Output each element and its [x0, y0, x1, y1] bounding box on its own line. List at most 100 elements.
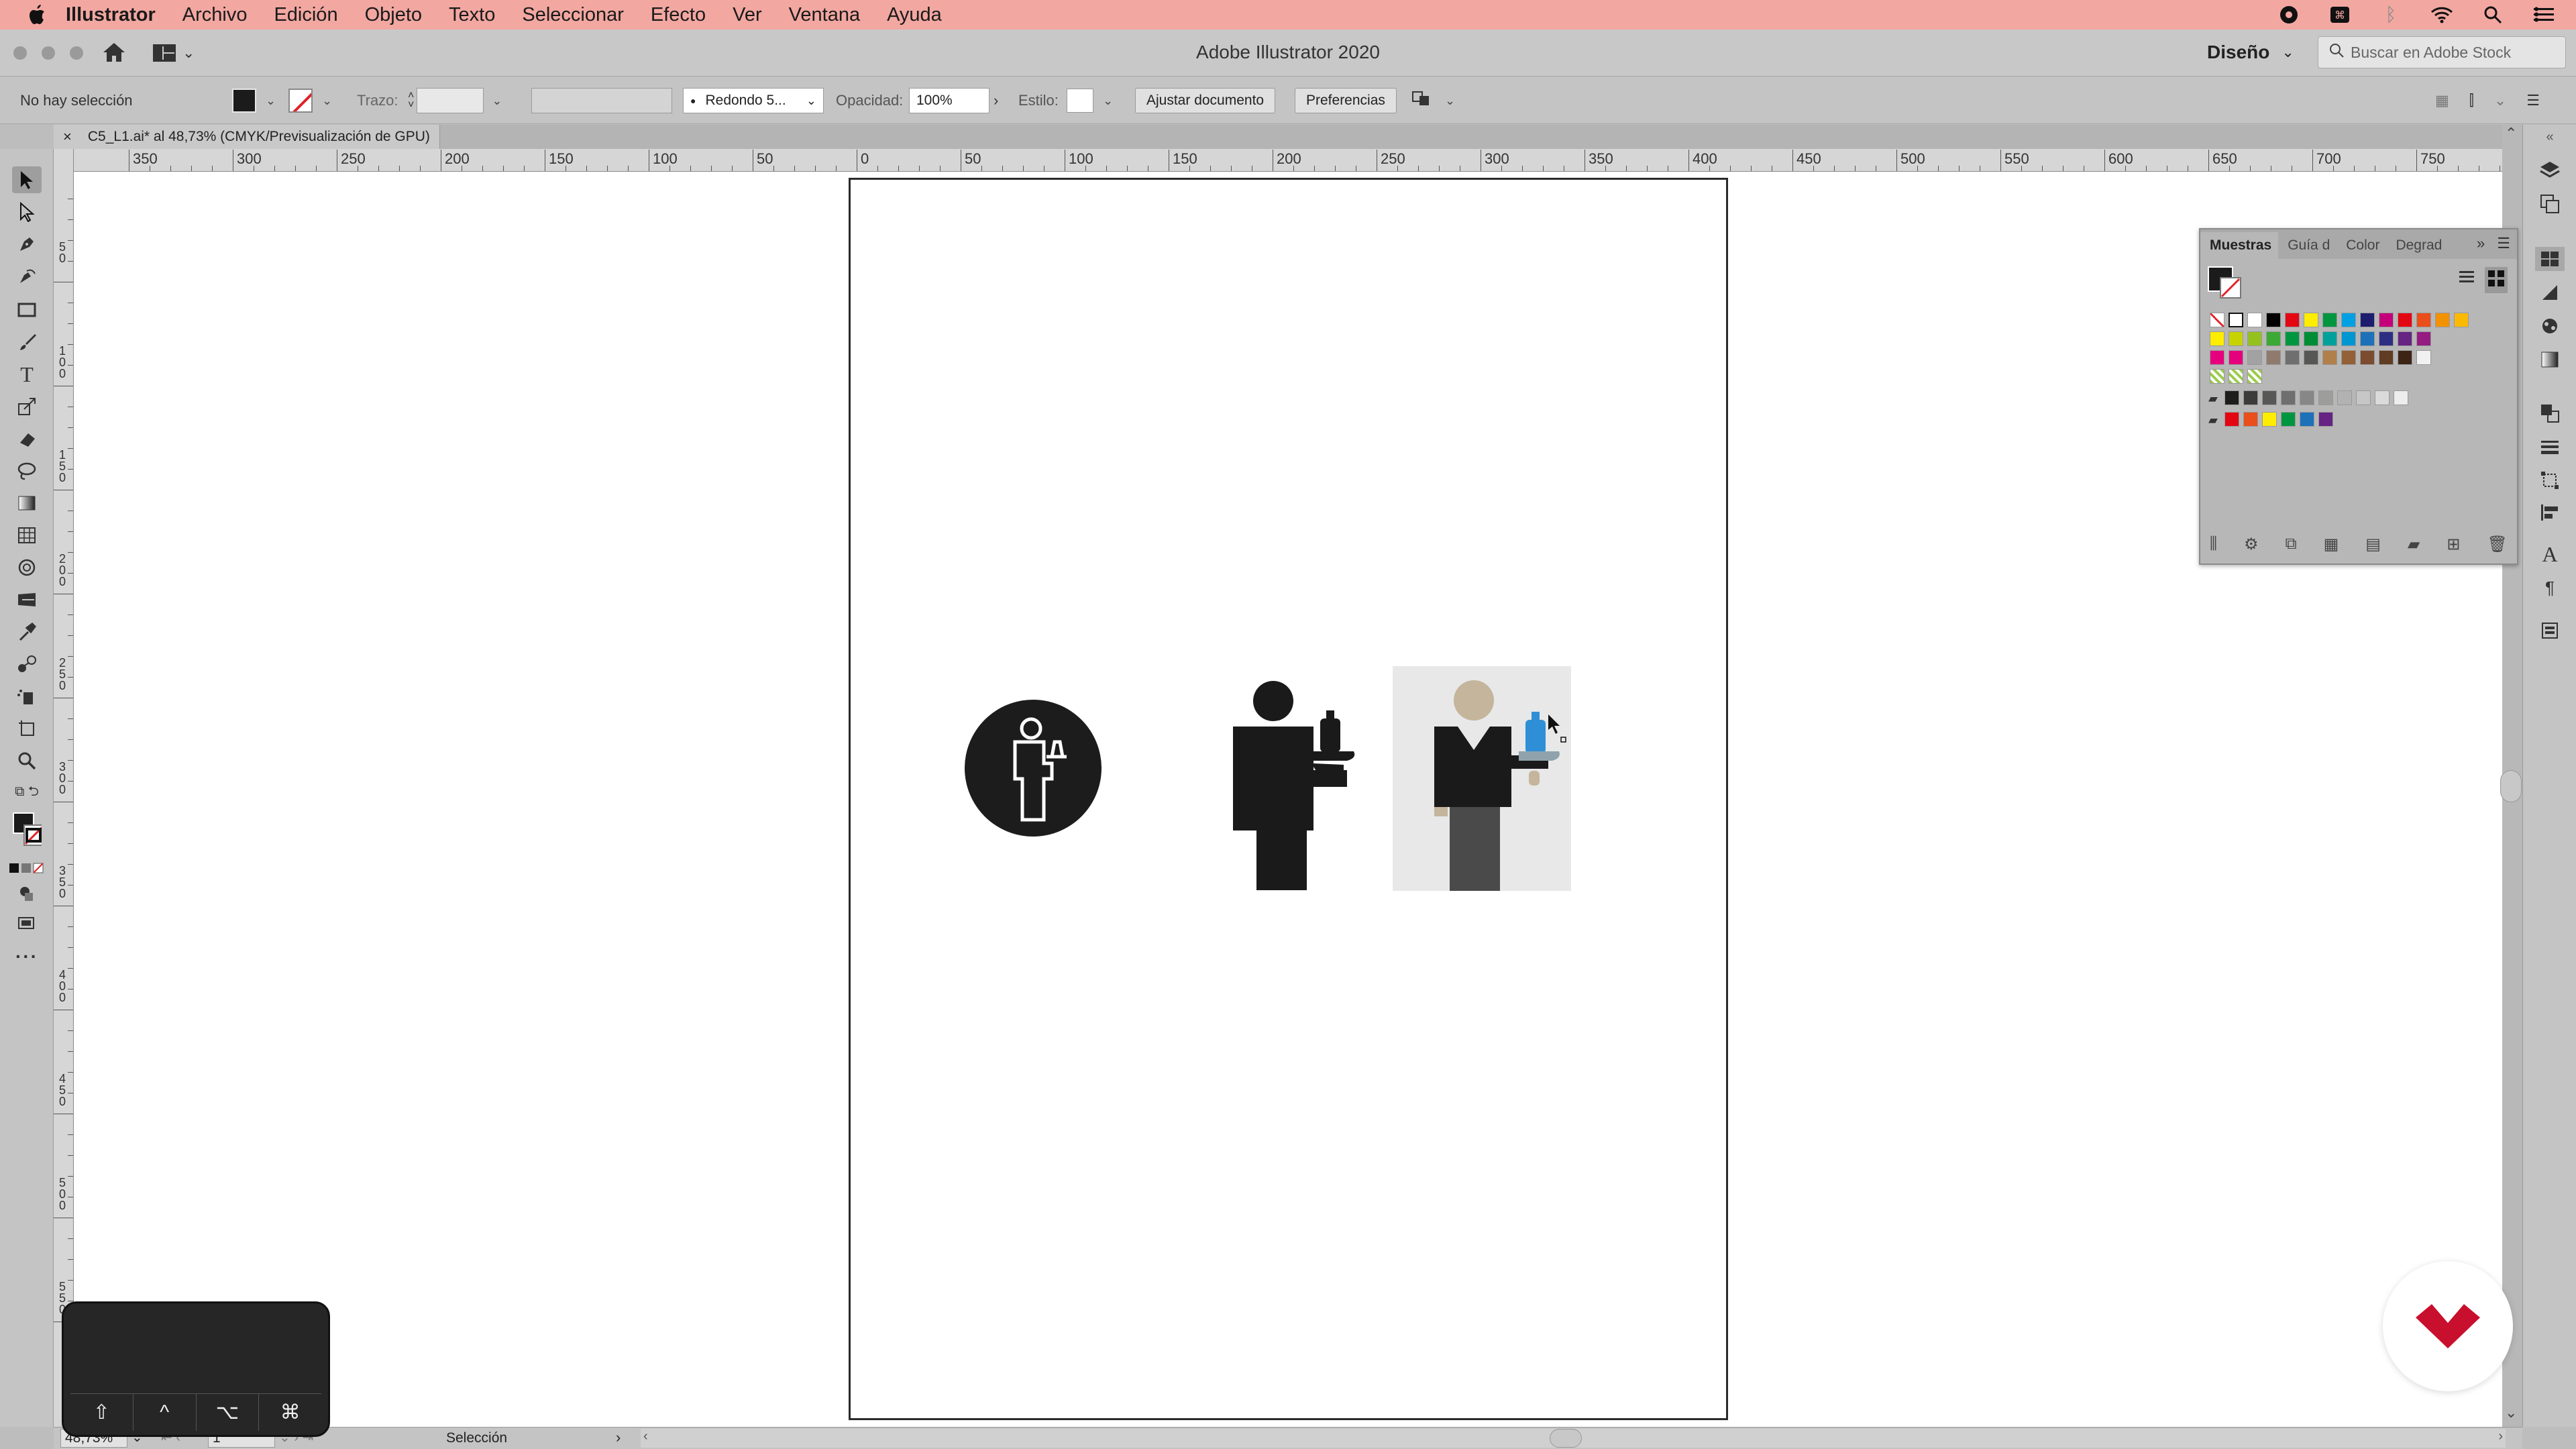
- color-swatch[interactable]: [2229, 331, 2243, 346]
- menu-ventana[interactable]: Ventana: [789, 4, 860, 26]
- color-swatch[interactable]: [2285, 313, 2300, 327]
- color-swatch[interactable]: [2435, 313, 2450, 327]
- tab-swatches[interactable]: Muestras: [2200, 232, 2279, 259]
- color-swatch[interactable]: [2360, 313, 2375, 327]
- color-swatch[interactable]: [2229, 350, 2243, 365]
- color-swatch[interactable]: [2281, 390, 2296, 405]
- stroke-panel-icon[interactable]: [2538, 435, 2562, 459]
- chevron-down-icon[interactable]: ⌄: [2494, 92, 2506, 109]
- color-swatch[interactable]: [2300, 390, 2314, 405]
- screen-mode-icon[interactable]: [12, 910, 42, 936]
- paragraph-panel-icon[interactable]: ¶: [2538, 576, 2562, 600]
- color-swatch[interactable]: [2281, 412, 2296, 427]
- pathfinder-icon[interactable]: [2538, 401, 2562, 425]
- collapse-panels-icon[interactable]: «: [2538, 125, 2562, 149]
- chevron-left-icon[interactable]: ‹: [643, 1429, 648, 1444]
- color-swatch[interactable]: [2262, 412, 2277, 427]
- color-swatch[interactable]: [2262, 390, 2277, 405]
- waiter-circle-icon[interactable]: [965, 700, 1102, 837]
- spotlight-search-icon[interactable]: [2481, 5, 2505, 25]
- color-swatch[interactable]: [2247, 350, 2262, 365]
- panel-menu-icon[interactable]: ☰: [2497, 235, 2510, 252]
- swatch-options-icon[interactable]: ⧉: [2286, 535, 2297, 554]
- waiter-color-icon[interactable]: [1393, 666, 1571, 891]
- color-swatch[interactable]: [2356, 390, 2371, 405]
- symbol-sprayer-tool-icon[interactable]: [12, 683, 42, 710]
- color-swatch[interactable]: [2394, 390, 2408, 405]
- fill-swatch[interactable]: [232, 89, 256, 113]
- color-swatch[interactable]: [2266, 313, 2281, 327]
- chevron-down-icon[interactable]: ⌄: [1445, 94, 1455, 108]
- color-swatch[interactable]: [2322, 313, 2337, 327]
- command-icon[interactable]: ⌘: [2328, 5, 2352, 25]
- chevron-down-icon[interactable]: ⌄: [322, 94, 332, 108]
- menu-efecto[interactable]: Efecto: [651, 4, 706, 26]
- stroke-swatch[interactable]: [288, 89, 313, 113]
- color-swatch[interactable]: [2398, 313, 2412, 327]
- vertical-ruler[interactable]: 50100150200250300350400450500550: [54, 149, 74, 1427]
- expand-panel-icon[interactable]: »: [2477, 235, 2485, 252]
- color-swatch[interactable]: [2285, 331, 2300, 346]
- color-swatch[interactable]: [2247, 331, 2262, 346]
- chevron-right-icon[interactable]: ›: [2498, 1429, 2503, 1444]
- chevron-down-icon[interactable]: ⌄: [492, 94, 502, 108]
- style-control[interactable]: ⌄: [1067, 77, 1113, 124]
- color-swatch[interactable]: [2285, 350, 2300, 365]
- color-mode-icons[interactable]: [7, 855, 47, 881]
- color-swatch[interactable]: [2398, 350, 2412, 365]
- delete-swatch-icon[interactable]: 🗑: [2487, 535, 2507, 554]
- perspective-grid-tool-icon[interactable]: [12, 586, 42, 613]
- tab-gradient[interactable]: Degrad: [2386, 232, 2449, 259]
- transform-panel-icon[interactable]: [2538, 468, 2562, 492]
- grid-view-icon[interactable]: [2485, 267, 2508, 293]
- character-panel-icon[interactable]: A: [2538, 542, 2562, 566]
- color-swatch[interactable]: [2322, 331, 2337, 346]
- chevron-down-icon[interactable]: ⌄: [2505, 1404, 2517, 1421]
- artboards-icon[interactable]: [2538, 192, 2562, 216]
- swatch-library-icon[interactable]: ⫼: [2210, 535, 2217, 554]
- select-similar-icon[interactable]: [1411, 89, 1433, 112]
- align-options[interactable]: ⌄: [1411, 77, 1455, 124]
- color-swatch[interactable]: [2379, 350, 2394, 365]
- color-swatch[interactable]: [2247, 369, 2262, 384]
- menu-texto[interactable]: Texto: [449, 4, 495, 26]
- align-panel-icon[interactable]: [2538, 500, 2562, 525]
- document-tab[interactable]: × C5_L1.ai* al 48,73% (CMYK/Previsualiza…: [54, 125, 440, 149]
- new-swatch-icon[interactable]: ⊞: [2447, 535, 2460, 554]
- mesh-tool-icon[interactable]: [12, 522, 42, 549]
- curvature-tool-icon[interactable]: [12, 263, 42, 290]
- align-icon[interactable]: ▦: [2435, 92, 2449, 109]
- gradient-panel-icon[interactable]: [2538, 347, 2562, 372]
- swatches-fill-stroke[interactable]: [2207, 266, 2254, 305]
- variable-width-profile[interactable]: [531, 77, 672, 124]
- stroke-weight[interactable]: ˄ ˅ ⌄: [408, 77, 502, 124]
- workspace-switcher[interactable]: Diseño ⌄: [2207, 42, 2294, 63]
- swatches-panel-icon[interactable]: [2535, 247, 2565, 271]
- draw-mode-icon[interactable]: [12, 880, 42, 907]
- color-swatch[interactable]: [2224, 390, 2239, 405]
- paintbrush-tool-icon[interactable]: [12, 329, 42, 356]
- stroke-control[interactable]: ⌄: [288, 77, 332, 124]
- chevron-right-icon[interactable]: ›: [616, 1429, 621, 1446]
- close-tab-icon[interactable]: ×: [63, 128, 72, 146]
- color-group-folder-icon[interactable]: ▰: [2208, 413, 2218, 427]
- transform-icon[interactable]: ⫿: [2469, 92, 2474, 109]
- canvas[interactable]: [74, 172, 2502, 1427]
- blend-tool-icon[interactable]: [12, 651, 42, 678]
- vertical-scrollbar-thumb[interactable]: [2500, 770, 2522, 802]
- layers-icon[interactable]: [2538, 158, 2562, 182]
- color-swatch[interactable]: [2341, 331, 2356, 346]
- direct-selection-tool-icon[interactable]: [12, 199, 42, 225]
- record-icon[interactable]: [2277, 5, 2301, 25]
- menu-archivo[interactable]: Archivo: [182, 4, 248, 26]
- type-tool-icon[interactable]: T: [12, 361, 42, 388]
- artboard-tool-icon[interactable]: [12, 715, 42, 742]
- color-swatch[interactable]: [2300, 412, 2314, 427]
- brushes-icon[interactable]: [2538, 280, 2562, 305]
- color-swatch[interactable]: [2416, 313, 2431, 327]
- list-view-icon[interactable]: [2457, 267, 2477, 293]
- color-swatch[interactable]: [2304, 331, 2318, 346]
- eraser-tool-icon[interactable]: [12, 425, 42, 452]
- color-swatch[interactable]: [2266, 331, 2281, 346]
- color-swatch[interactable]: [2210, 369, 2224, 384]
